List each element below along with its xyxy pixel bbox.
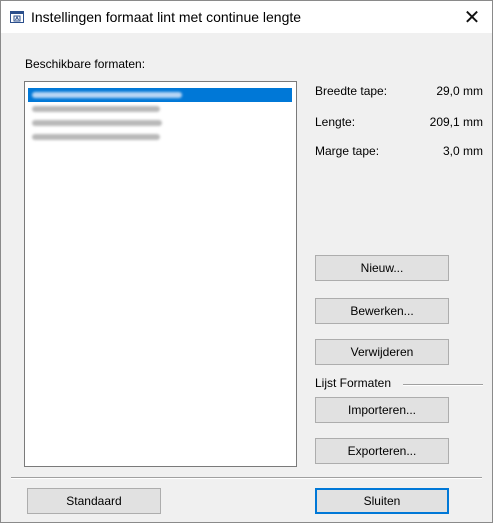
list-formats-group-label: Lijst Formaten xyxy=(315,376,392,390)
footer-separator xyxy=(11,477,482,479)
tape-margin-row: Marge tape: 3,0 mm xyxy=(315,144,483,160)
tape-margin-label: Marge tape: xyxy=(315,144,380,158)
length-value: 209,1 mm xyxy=(429,115,483,129)
standard-button[interactable]: Standaard xyxy=(27,488,161,514)
list-item-blurred-text xyxy=(32,120,162,126)
length-label: Lengte: xyxy=(315,115,356,129)
formats-listbox[interactable] xyxy=(24,81,297,467)
tape-width-value: 29,0 mm xyxy=(436,84,483,98)
edit-button[interactable]: Bewerken... xyxy=(315,298,449,324)
tape-margin-value: 3,0 mm xyxy=(442,144,483,158)
list-item-blurred-text xyxy=(32,134,160,140)
new-button[interactable]: Nieuw... xyxy=(315,255,449,281)
import-button[interactable]: Importeren... xyxy=(315,397,449,423)
list-item-blurred-text xyxy=(32,92,182,98)
tape-format-icon xyxy=(10,11,24,23)
close-button[interactable]: Sluiten xyxy=(315,488,449,514)
list-item[interactable] xyxy=(28,116,292,130)
available-formats-label: Beschikbare formaten: xyxy=(25,57,146,71)
list-item[interactable] xyxy=(28,88,292,102)
delete-button[interactable]: Verwijderen xyxy=(315,339,449,365)
length-row: Lengte: 209,1 mm xyxy=(315,115,483,131)
list-item[interactable] xyxy=(28,130,292,144)
list-item[interactable] xyxy=(28,102,292,116)
close-icon[interactable]: ✕ xyxy=(452,1,492,33)
tape-width-label: Breedte tape: xyxy=(315,84,388,98)
title-bar[interactable]: Instellingen formaat lint met continue l… xyxy=(1,1,492,33)
window-title: Instellingen formaat lint met continue l… xyxy=(31,9,302,25)
group-divider xyxy=(403,384,483,386)
list-item-blurred-text xyxy=(32,106,160,112)
tape-width-row: Breedte tape: 29,0 mm xyxy=(315,84,483,100)
format-settings-dialog: Instellingen formaat lint met continue l… xyxy=(0,0,493,523)
export-button[interactable]: Exporteren... xyxy=(315,438,449,464)
